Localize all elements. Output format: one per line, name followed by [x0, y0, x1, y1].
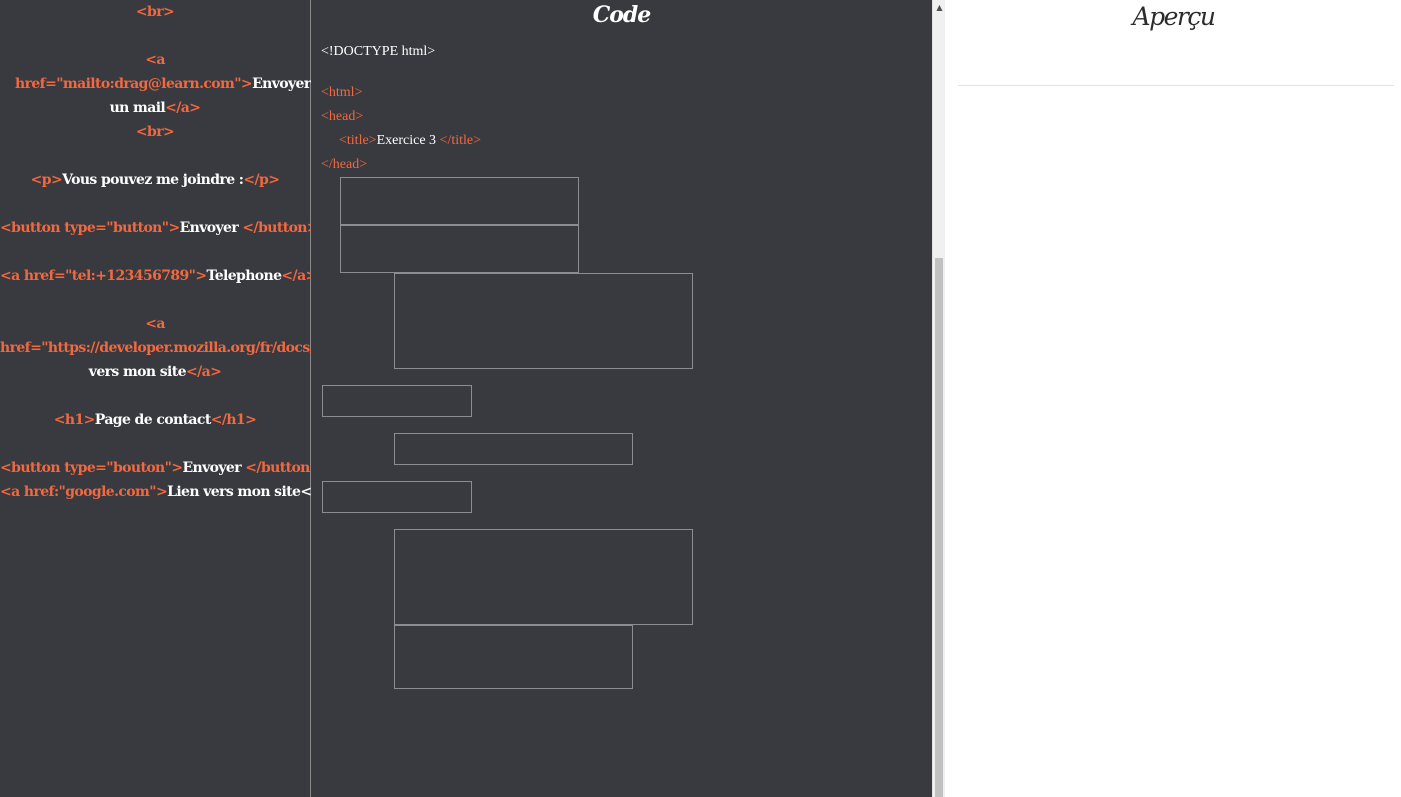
- palette-item-open-tag: <p>: [30, 172, 63, 188]
- palette-item-br-2[interactable]: <br>: [0, 120, 310, 144]
- palette-item-close-tag: </a>: [185, 364, 222, 380]
- drop-zone-7[interactable]: [394, 529, 693, 625]
- scroll-thumb[interactable]: [935, 258, 943, 797]
- drop-zone-6[interactable]: [322, 481, 472, 513]
- preview-panel-title: Aperçu: [1132, 2, 1216, 31]
- palette-item-text: Envoyer: [179, 220, 243, 236]
- code-panel: Code <!DOCTYPE html> <html> <head> <titl…: [311, 0, 932, 797]
- preview-panel: Aperçu: [946, 0, 1401, 797]
- palette-item-close-tag: </a>: [165, 100, 201, 116]
- palette-item-tel-link[interactable]: <a href="tel:+123456789">Telephone</a>: [0, 264, 317, 288]
- code-title-open: <title>: [339, 133, 377, 148]
- palette-item-button-bouton[interactable]: <button type="bouton">Envoyer </button>: [0, 456, 321, 480]
- code-title-line: <title>Exercice 3 </title>: [339, 131, 481, 151]
- palette-item-heading[interactable]: <h1>Page de contact</h1>: [0, 408, 310, 432]
- palette-item-text: Envoyer: [182, 460, 246, 476]
- palette-item-google-link[interactable]: <a href:"google.com">Lien vers mon site<…: [0, 480, 336, 504]
- code-head-open: <head>: [321, 109, 364, 124]
- palette-item-text: Telephone: [206, 268, 282, 284]
- palette-item-text: Page de contact: [94, 412, 212, 428]
- palette-item-mdn-link[interactable]: <a href="https://developer.mozilla.org/f…: [0, 312, 442, 384]
- palette-item-open-tag: <button type="button">: [0, 220, 180, 236]
- code-title-close: </title>: [439, 133, 481, 148]
- code-doctype: <!DOCTYPE html>: [321, 44, 436, 59]
- palette-item-close-tag: </button>: [245, 460, 321, 476]
- tag-palette: <br> <a href="mailto:drag@learn.com">Env…: [0, 0, 442, 797]
- drop-zone-4[interactable]: [322, 385, 472, 417]
- drop-zone-5[interactable]: [394, 433, 633, 465]
- drop-zone-8[interactable]: [394, 625, 633, 689]
- code-head-close: </head>: [321, 157, 368, 172]
- palette-item-open-tag: <a href="mailto:drag@learn.com">: [15, 52, 253, 92]
- palette-item-close-tag: </h1>: [210, 412, 257, 428]
- code-html-open: <html>: [321, 85, 363, 100]
- palette-item-open-tag: <br>: [135, 4, 175, 20]
- palette-item-open-tag: <br>: [135, 124, 175, 140]
- drop-zone-1[interactable]: [340, 177, 579, 225]
- palette-item-close-tag: </button>: [242, 220, 319, 236]
- palette-item-open-tag: <button type="bouton">: [0, 460, 183, 476]
- code-scrollbar[interactable]: ▲: [932, 0, 945, 797]
- scroll-up-arrow-icon[interactable]: ▲: [933, 0, 946, 16]
- palette-item-open-tag: <h1>: [53, 412, 96, 428]
- palette-item-paragraph[interactable]: <p>Vous pouvez me joindre :</p>: [0, 168, 310, 192]
- palette-item-text: Vous pouvez me joindre :: [62, 172, 244, 188]
- palette-item-open-tag: <a href="tel:+123456789">: [0, 268, 207, 284]
- preview-divider: [958, 85, 1394, 86]
- drop-zone-3[interactable]: [394, 273, 693, 369]
- palette-item-br-1[interactable]: <br>: [0, 0, 310, 24]
- code-title-text: Exercice 3: [376, 133, 440, 148]
- code-panel-title: Code: [592, 2, 652, 28]
- palette-item-button[interactable]: <button type="button">Envoyer </button>: [0, 216, 319, 240]
- drop-zone-2[interactable]: [340, 225, 579, 273]
- palette-item-open-tag: <a href:"google.com">: [0, 484, 168, 500]
- editor-app: <br> <a href="mailto:drag@learn.com">Env…: [0, 0, 1401, 797]
- palette-item-close-tag: </p>: [243, 172, 280, 188]
- palette-item-mailto-link[interactable]: <a href="mailto:drag@learn.com">Envoyer …: [15, 48, 311, 120]
